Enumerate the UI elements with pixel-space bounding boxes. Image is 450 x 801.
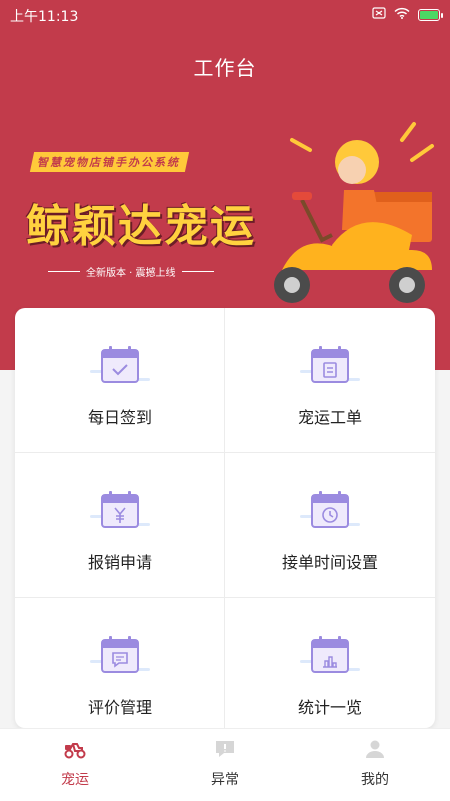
grid-item-review-management[interactable]: 评价管理 (15, 598, 225, 728)
bottom-tab-bar: 宠运 异常 我的 (0, 728, 450, 801)
calendar-chat-icon (90, 636, 150, 673)
grid-item-label: 评价管理 (87, 698, 152, 717)
page-title: 工作台 (193, 56, 257, 80)
calendar-doc-icon (300, 346, 360, 383)
alert-chat-icon (216, 741, 234, 757)
grid-item-label: 报销申请 (87, 553, 152, 572)
grid-item-label: 宠运工单 (297, 408, 362, 427)
calendar-check-icon (90, 346, 150, 383)
banner-tagline: 智慧宠物店铺手办公系统 (29, 152, 190, 172)
grid-item-label: 每日签到 (87, 408, 152, 427)
tab-label: 我的 (361, 772, 389, 788)
grid-item-statistics-overview[interactable]: 统计一览 (225, 598, 435, 728)
grid-item-reimbursement[interactable]: 报销申请 (15, 453, 225, 598)
calendar-clock-icon (300, 491, 360, 528)
tab-transport[interactable]: 宠运 (0, 737, 150, 789)
divider (181, 271, 214, 272)
banner-subtitle-row: 全新版本 · 震撼上线 (48, 264, 214, 279)
tab-label: 宠运 (61, 772, 89, 788)
calendar-chart-icon (300, 636, 360, 673)
battery-icon (418, 8, 443, 21)
status-bar: 上午11:13 (0, 0, 450, 30)
feature-grid: 每日签到 宠运工单 报销申请 接单时间设置 评价管理 统计一览 (15, 308, 435, 728)
banner-brand: 鲸颖达宠运 (26, 201, 256, 252)
wifi-icon (394, 7, 410, 22)
divider (48, 271, 80, 272)
grid-item-label: 统计一览 (297, 698, 362, 717)
calendar-yen-icon (90, 491, 150, 528)
user-icon (366, 740, 384, 758)
status-icons (372, 7, 443, 22)
status-time: 上午11:13 (10, 9, 79, 25)
tab-label: 异常 (211, 772, 239, 788)
grid-item-daily-checkin[interactable]: 每日签到 (15, 308, 225, 453)
grid-item-label: 接单时间设置 (281, 553, 378, 572)
grid-item-transport-order[interactable]: 宠运工单 (225, 308, 435, 453)
delivery-rider-illustration (274, 122, 434, 303)
grid-item-order-time-settings[interactable]: 接单时间设置 (225, 453, 435, 598)
tab-mine[interactable]: 我的 (300, 737, 450, 789)
promo-banner[interactable]: 智慧宠物店铺手办公系统 鲸颖达宠运 全新版本 · 震撼上线 (0, 110, 450, 310)
tab-exceptions[interactable]: 异常 (150, 737, 300, 789)
scooter-icon (64, 743, 86, 759)
banner-subtitle: 全新版本 · 震撼上线 (86, 268, 176, 279)
sim-icon (372, 7, 386, 22)
